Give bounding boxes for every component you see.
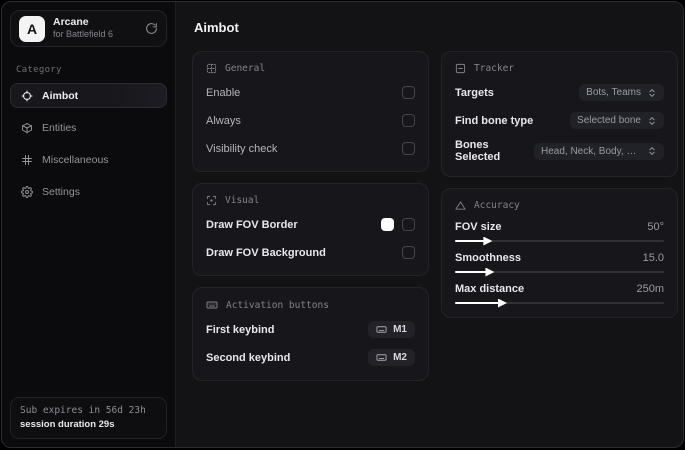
draw-fov-border-checkbox[interactable] (402, 218, 415, 231)
sidebar: A Arcane for Battlefield 6 Category Aimb… (2, 2, 176, 447)
card-title: Tracker (474, 63, 515, 74)
enable-checkbox[interactable] (402, 86, 415, 99)
fov-size-label: FOV size (455, 221, 502, 233)
app-logo: A (19, 15, 45, 42)
sidebar-item-aimbot[interactable]: Aimbot (10, 83, 167, 108)
fov-size-slider-block: FOV size 50° (455, 221, 664, 246)
draw-fov-border-label: Draw FOV Border (206, 218, 298, 231)
fov-size-slider[interactable] (455, 236, 664, 246)
crosshair-icon (21, 90, 33, 102)
find-bone-type-dropdown[interactable]: Selected bone (570, 112, 664, 129)
app-subtitle: for Battlefield 6 (53, 29, 114, 40)
slider-thumb[interactable] (483, 236, 493, 246)
grid-icon (21, 154, 33, 166)
targets-label: Targets (455, 86, 494, 99)
keybind-value: M1 (393, 324, 407, 335)
max-distance-value: 250m (636, 283, 664, 295)
visibility-check-checkbox[interactable] (402, 142, 415, 155)
smoothness-label: Smoothness (455, 252, 522, 264)
category-label: Category (16, 65, 62, 75)
grid-dashed-icon (206, 63, 217, 74)
keybind-value: M2 (393, 352, 407, 363)
chevrons-up-down-icon (647, 116, 657, 126)
card-title: Accuracy (474, 200, 520, 211)
bones-selected-value: Head, Neck, Body, Pe.. (541, 145, 641, 157)
keyboard-icon (376, 324, 387, 335)
fov-border-color-swatch[interactable] (381, 218, 394, 231)
slider-thumb[interactable] (497, 298, 507, 308)
sidebar-item-settings[interactable]: Settings (10, 179, 167, 204)
fov-size-value: 50° (647, 221, 664, 233)
always-checkbox[interactable] (402, 114, 415, 127)
targets-dropdown[interactable]: Bots, Teams (579, 84, 664, 101)
refresh-icon[interactable] (145, 22, 158, 35)
app-name: Arcane (53, 16, 89, 29)
max-distance-label: Max distance (455, 283, 525, 295)
sidebar-item-label: Settings (42, 185, 80, 198)
app-header-card: A Arcane for Battlefield 6 (10, 10, 167, 47)
card-title: Activation buttons (226, 299, 329, 311)
page-title: Aimbot (194, 20, 239, 35)
max-distance-slider-block: Max distance 250m (455, 283, 664, 308)
focus-icon (206, 195, 217, 206)
app-window: A Arcane for Battlefield 6 Category Aimb… (1, 1, 684, 448)
activation-buttons-card: Activation buttons First keybind M1 Seco… (192, 287, 429, 381)
minus-square-icon (455, 63, 466, 74)
visibility-check-label: Visibility check (206, 142, 278, 155)
subscription-status-card: Sub expires in 56d 23h session duration … (10, 396, 167, 439)
draw-fov-background-checkbox[interactable] (402, 246, 415, 259)
keyboard-icon (206, 299, 218, 311)
gear-icon (21, 185, 33, 198)
bones-selected-label: Bones Selected (455, 139, 501, 163)
tracker-card: Tracker Targets Bots, Teams Find bone ty… (441, 51, 678, 177)
card-title: General (225, 63, 266, 74)
always-label: Always (206, 114, 241, 127)
keyboard-icon (376, 352, 387, 363)
general-card: General Enable Always Visibility check (192, 51, 429, 172)
smoothness-slider[interactable] (455, 267, 664, 277)
sidebar-item-label: Entities (42, 121, 77, 134)
bones-selected-dropdown[interactable]: Head, Neck, Body, Pe.. (534, 142, 664, 160)
sidebar-item-label: Aimbot (42, 89, 79, 102)
chevrons-up-down-icon (647, 88, 657, 98)
sub-expiry-text: Sub expires in 56d 23h (20, 404, 146, 416)
triangle-icon (455, 200, 466, 211)
sidebar-item-label: Miscellaneous (42, 153, 109, 166)
find-bone-type-value: Selected bone (577, 115, 641, 126)
sidebar-item-miscellaneous[interactable]: Miscellaneous (10, 147, 167, 172)
accuracy-card: Accuracy FOV size 50° Smoothness 15.0 Ma… (441, 188, 678, 318)
slider-thumb[interactable] (485, 267, 495, 277)
session-duration-text: session duration 29s (20, 418, 115, 430)
find-bone-type-label: Find bone type (455, 114, 534, 127)
max-distance-slider[interactable] (455, 298, 664, 308)
sidebar-item-entities[interactable]: Entities (10, 115, 167, 140)
smoothness-value: 15.0 (642, 252, 664, 264)
enable-label: Enable (206, 86, 241, 99)
entities-icon (21, 122, 33, 134)
chevrons-up-down-icon (647, 146, 657, 156)
second-keybind-label: Second keybind (206, 351, 291, 364)
first-keybind-label: First keybind (206, 323, 275, 336)
draw-fov-background-label: Draw FOV Background (206, 246, 326, 259)
card-title: Visual (225, 195, 260, 206)
targets-value: Bots, Teams (586, 87, 641, 98)
smoothness-slider-block: Smoothness 15.0 (455, 252, 664, 277)
visual-card: Visual Draw FOV Border Draw FOV Backgrou… (192, 183, 429, 276)
sidebar-nav: Aimbot Entities Miscellaneous Settings (2, 83, 175, 204)
second-keybind-button[interactable]: M2 (368, 349, 415, 366)
main-content: Aimbot General Enable Always Visibility … (176, 2, 683, 447)
first-keybind-button[interactable]: M1 (368, 321, 415, 338)
